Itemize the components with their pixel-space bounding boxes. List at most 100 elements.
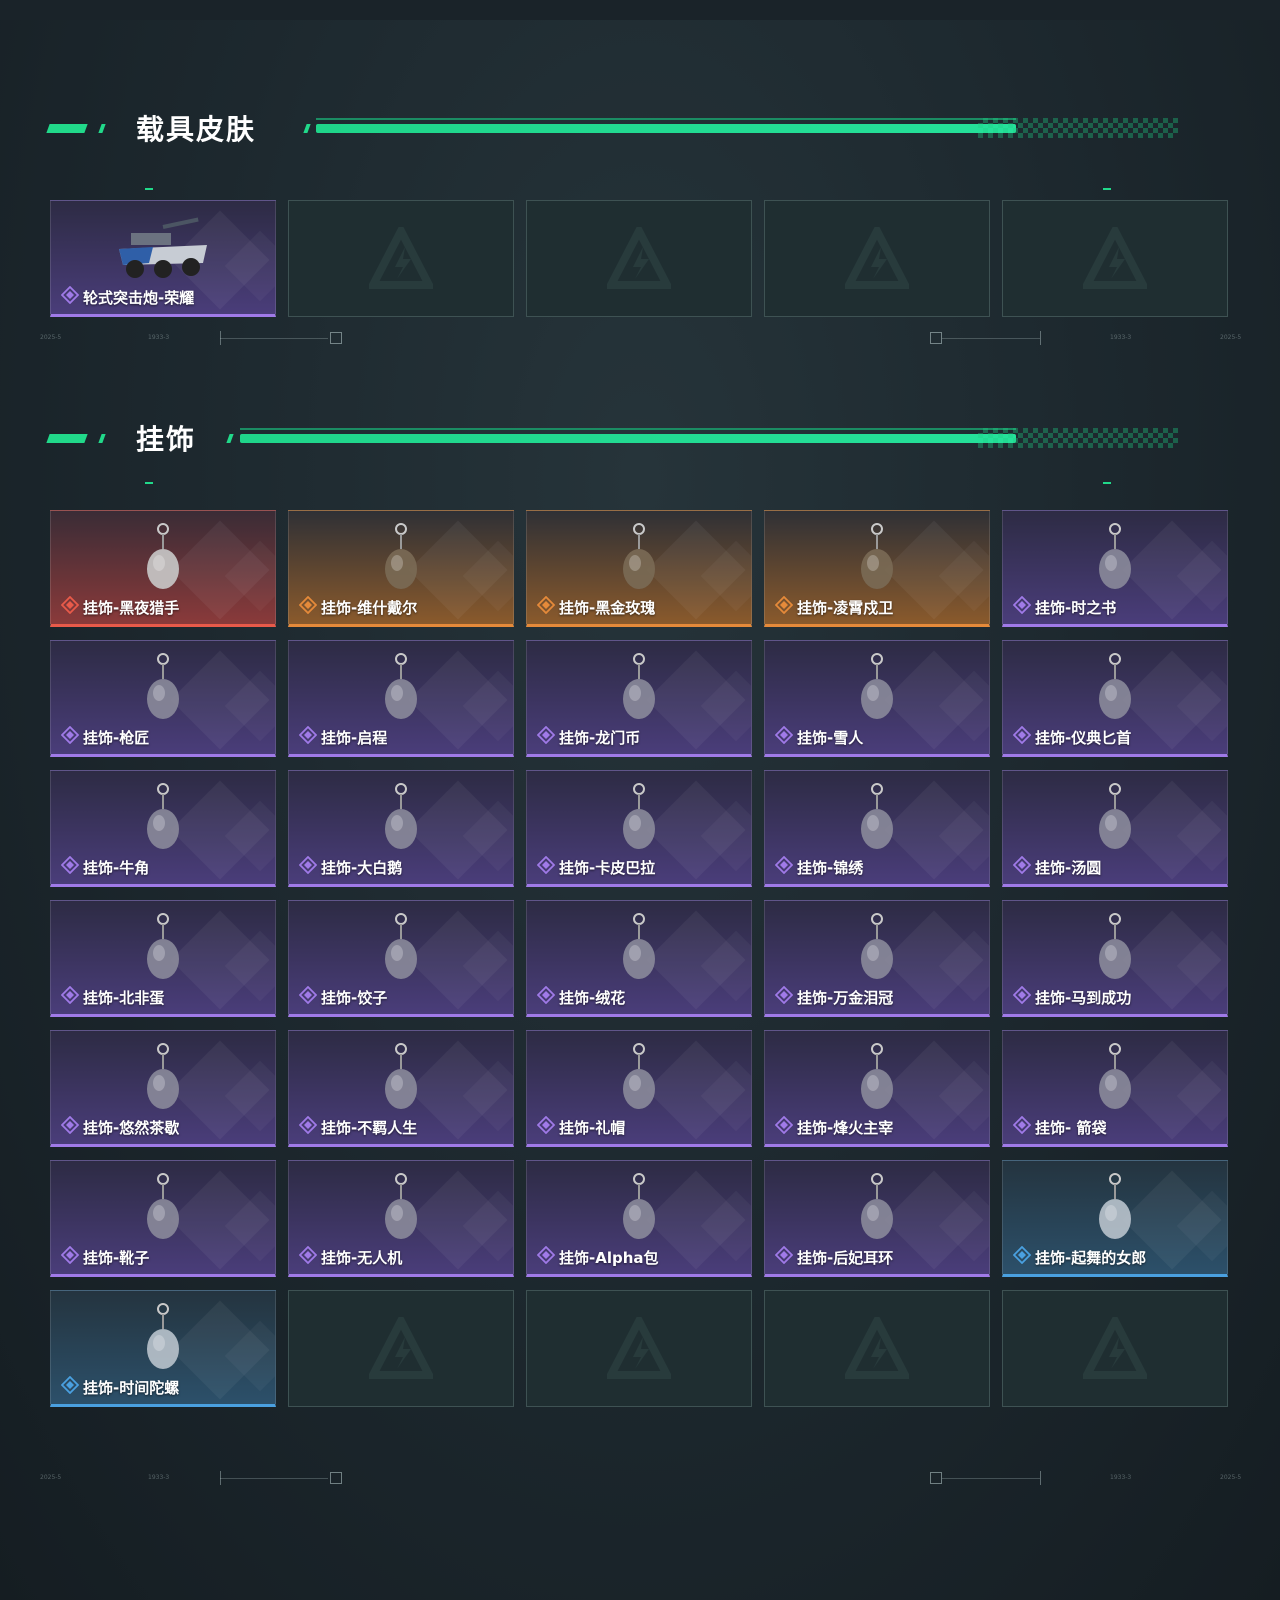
item-card[interactable]: 挂饰-悠然茶歇 [50,1030,276,1147]
bag-charm-icon [609,1171,669,1246]
item-name: 挂饰-时之书 [1035,598,1117,617]
item-label: 挂饰-黑金玫瑰 [536,595,655,618]
section-title-vehicle: 载具皮肤 [136,113,257,146]
header-thin-line [316,118,1016,120]
logo-watermark-icon [369,1316,433,1379]
item-label: 挂饰-龙门币 [536,725,640,748]
rarity-gem-icon [298,725,318,748]
item-label: 挂饰-后妃耳环 [774,1245,893,1268]
item-label: 挂饰-凌霄戍卫 [774,595,893,618]
header-accent [303,124,311,133]
item-card[interactable]: 挂饰-大白鹅 [288,770,514,887]
item-card[interactable]: 挂饰-Alpha包 [526,1160,752,1277]
empty-slot [288,1290,514,1407]
rose-charm-icon [609,521,669,596]
rarity-gem-icon [1012,985,1032,1008]
item-card[interactable]: 挂饰-卡皮巴拉 [526,770,752,887]
item-card[interactable]: 挂饰-仪典匕首 [1002,640,1228,757]
book-charm-icon [1085,521,1145,596]
logo-watermark-icon [845,1316,909,1379]
item-card[interactable]: 挂饰-无人机 [288,1160,514,1277]
item-card[interactable]: 挂饰- 箭袋 [1002,1030,1228,1147]
rarity-gem-icon [1012,725,1032,748]
item-card[interactable]: 挂饰-后妃耳环 [764,1160,990,1277]
item-label: 挂饰-绒花 [536,985,626,1008]
item-card[interactable]: 挂饰-万金泪冠 [764,900,990,1017]
graffiti-charm-icon [847,1041,907,1116]
item-card[interactable]: 轮式突击炮-荣耀 [50,200,276,317]
item-card[interactable]: 挂饰-启程 [288,640,514,757]
item-card[interactable]: 挂饰-汤圆 [1002,770,1228,887]
item-name: 挂饰-靴子 [83,1248,150,1267]
rarity-gem-icon [774,855,794,878]
item-card[interactable]: 挂饰-黑金玫瑰 [526,510,752,627]
card-charm-icon [371,521,431,596]
horns-charm-icon [133,781,193,856]
item-label: 挂饰-无人机 [298,1245,402,1268]
logo-watermark-icon [1083,1316,1147,1379]
item-name: 挂饰-仪典匕首 [1035,728,1132,747]
decorative-divider: 2025-5 1933-3 1933-3 2025-5 [30,328,1250,348]
item-card[interactable]: 挂饰-雪人 [764,640,990,757]
item-card[interactable]: 挂饰-凌霄戍卫 [764,510,990,627]
rarity-gem-icon [1012,1245,1032,1268]
corner-tick [1103,188,1111,190]
rarity-gem-icon [60,285,80,308]
item-card[interactable]: 挂饰-锦绣 [764,770,990,887]
empty-slot [288,200,514,317]
item-card[interactable]: 挂饰-不羁人生 [288,1030,514,1147]
item-name: 挂饰-烽火主宰 [797,1118,894,1137]
cupcake-charm-icon [133,1041,193,1116]
item-name: 挂饰-Alpha包 [559,1248,659,1267]
rarity-gem-icon [774,1245,794,1268]
dumpling-bowl-charm-icon [1085,781,1145,856]
empty-slot [764,200,990,317]
item-name: 挂饰-不羁人生 [321,1118,418,1137]
rarity-gem-icon [1012,595,1032,618]
item-card[interactable]: 挂饰-黑夜猎手 [50,510,276,627]
section-header-charms: 挂饰 [46,423,1208,458]
item-card[interactable]: 挂饰-时之书 [1002,510,1228,627]
rarity-gem-icon [298,1245,318,1268]
dancer-charm-icon [1085,1171,1145,1246]
item-label: 挂饰-仪典匕首 [1012,725,1132,748]
corner-tick [145,188,153,190]
item-name: 挂饰-牛角 [83,858,150,877]
item-card[interactable]: 挂饰-烽火主宰 [764,1030,990,1147]
header-thin-line [240,428,1016,430]
rarity-gem-icon [536,595,556,618]
item-card[interactable]: 挂饰-马到成功 [1002,900,1228,1017]
empty-slot [1002,200,1228,317]
item-card[interactable]: 挂饰-礼帽 [526,1030,752,1147]
item-card[interactable]: 挂饰-枪匠 [50,640,276,757]
header-accent [226,434,234,443]
item-card[interactable]: 挂饰-饺子 [288,900,514,1017]
item-card[interactable]: 挂饰-靴子 [50,1160,276,1277]
section-header-vehicle: 载具皮肤 [46,113,1208,148]
item-name: 挂饰-万金泪冠 [797,988,894,1007]
header-line [240,434,1016,443]
item-label: 挂饰-雪人 [774,725,863,748]
rarity-gem-icon [298,855,318,878]
item-card[interactable]: 挂饰-时间陀螺 [50,1290,276,1407]
boot-charm-icon [133,1171,193,1246]
dagger-charm-icon [1085,651,1145,726]
item-name: 挂饰-启程 [321,728,388,747]
item-name: 挂饰-绒花 [559,988,626,1007]
item-name: 挂饰-起舞的女郎 [1035,1248,1147,1267]
empty-slot [1002,1290,1228,1407]
item-card[interactable]: 挂饰-龙门币 [526,640,752,757]
logo-watermark-icon [607,1316,671,1379]
sneaker-charm-icon [371,1041,431,1116]
item-card[interactable]: 挂饰-绒花 [526,900,752,1017]
logo-watermark-icon [369,226,433,289]
item-card[interactable]: 挂饰-北非蛋 [50,900,276,1017]
header-accent [46,124,88,133]
rarity-gem-icon [1012,1115,1032,1138]
wolf-charm-icon [133,521,193,596]
item-card[interactable]: 挂饰-牛角 [50,770,276,887]
item-name: 挂饰-大白鹅 [321,858,403,877]
item-card[interactable]: 挂饰-起舞的女郎 [1002,1160,1228,1277]
item-card[interactable]: 挂饰-维什戴尔 [288,510,514,627]
item-name: 挂饰-马到成功 [1035,988,1132,1007]
